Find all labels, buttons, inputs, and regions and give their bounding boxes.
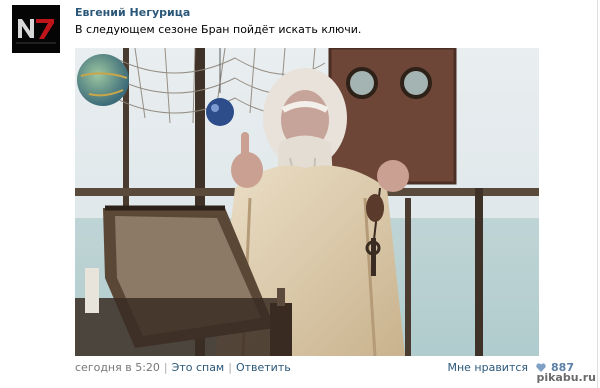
meta-separator: | bbox=[228, 361, 232, 374]
reply-link[interactable]: Ответить bbox=[236, 361, 291, 374]
meta-separator: | bbox=[163, 361, 168, 374]
spam-link[interactable]: Это спам bbox=[172, 361, 225, 374]
post-text: В следующем сезоне Бран пойдёт искать кл… bbox=[75, 23, 362, 36]
avatar[interactable] bbox=[12, 5, 60, 53]
watermark: pikabu.ru bbox=[536, 371, 596, 384]
post-meta: сегодня в 5:20 | Это спам | Ответить bbox=[75, 361, 291, 374]
author-link[interactable]: Евгений Негурица bbox=[75, 6, 190, 19]
frame-border bbox=[597, 0, 598, 388]
like-label: Мне нравится bbox=[447, 361, 529, 374]
post-photo[interactable] bbox=[75, 48, 539, 356]
wall-post: Евгений Негурица В следующем сезоне Бран… bbox=[0, 0, 600, 388]
n7-logo bbox=[12, 5, 60, 53]
post-time: сегодня в 5:20 bbox=[75, 361, 160, 374]
photo-illustration bbox=[75, 48, 539, 356]
